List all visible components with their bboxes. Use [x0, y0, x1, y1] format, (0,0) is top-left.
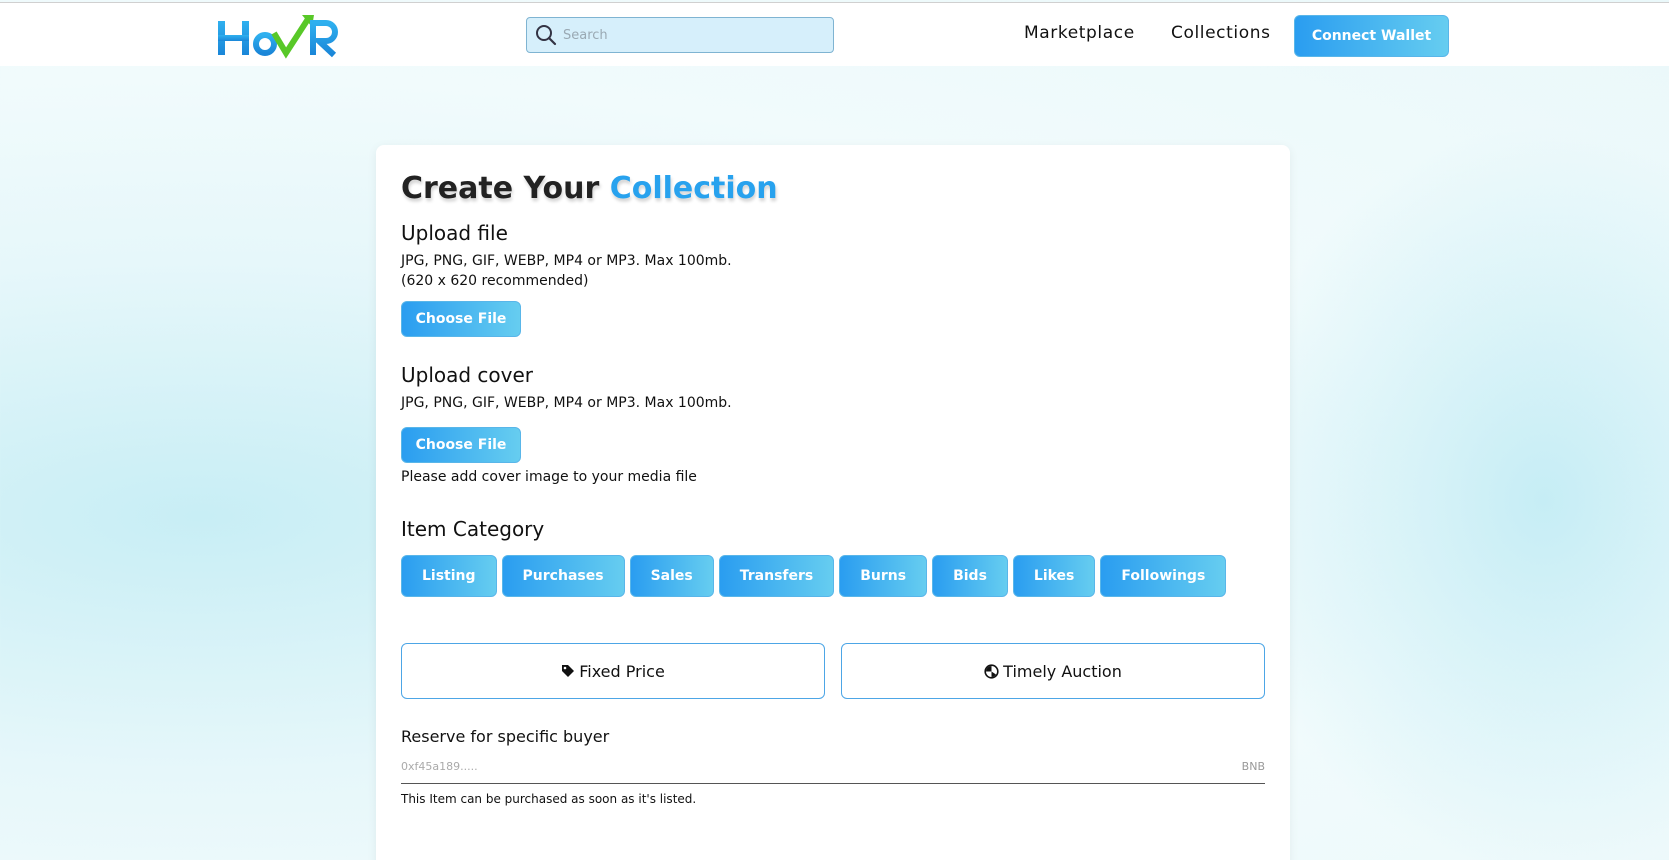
upload-file-heading: Upload file: [401, 221, 508, 245]
currency-unit: BNB: [1241, 760, 1265, 773]
pricing-options: Fixed Price Timely Auction: [401, 643, 1265, 699]
category-purchases-button[interactable]: Purchases: [501, 555, 625, 597]
create-collection-card: Create Your Collection Upload file JPG, …: [376, 145, 1290, 860]
category-bids-button[interactable]: Bids: [932, 555, 1008, 597]
item-category-section: Item Category Listing Purchases Sales Tr…: [401, 517, 1265, 597]
upload-cover-section: Upload cover JPG, PNG, GIF, WEBP, MP4 or…: [401, 363, 1265, 487]
page-title-accent: Collection: [609, 171, 778, 206]
category-sales-button[interactable]: Sales: [629, 555, 714, 597]
search-icon: [536, 25, 557, 46]
category-button-row: Listing Purchases Sales Transfers Burns …: [401, 555, 1265, 597]
hovr-logo[interactable]: [216, 11, 346, 61]
search-input[interactable]: [563, 27, 823, 43]
page-title: Create Your Collection: [401, 169, 1265, 209]
category-likes-button[interactable]: Likes: [1012, 555, 1096, 597]
fixed-price-label: Fixed Price: [579, 661, 665, 681]
upload-cover-note: Please add cover image to your media fil…: [401, 469, 697, 485]
nav-collections[interactable]: Collections: [1171, 23, 1271, 43]
search-box[interactable]: [526, 17, 834, 53]
upload-file-button[interactable]: Choose File: [401, 301, 521, 337]
reserve-address-input[interactable]: [401, 760, 1101, 773]
page-title-prefix: Create Your: [401, 171, 610, 206]
upload-cover-formats: JPG, PNG, GIF, WEBP, MP4 or MP3. Max 100…: [401, 395, 732, 411]
reserve-note: This Item can be purchased as soon as it…: [401, 792, 697, 806]
upload-file-section: Upload file JPG, PNG, GIF, WEBP, MP4 or …: [401, 221, 1265, 337]
fixed-price-button[interactable]: Fixed Price: [401, 643, 825, 699]
upload-cover-heading: Upload cover: [401, 363, 534, 387]
reserve-section: Reserve for specific buyer BNB This Item…: [401, 727, 1265, 806]
timely-auction-label: Timely Auction: [1003, 661, 1122, 681]
category-followings-button[interactable]: Followings: [1100, 555, 1227, 597]
reserve-address-field: BNB: [401, 750, 1265, 784]
tag-icon: [562, 665, 575, 677]
clock-icon: [984, 663, 999, 679]
category-transfers-button[interactable]: Transfers: [718, 555, 835, 597]
timely-auction-button[interactable]: Timely Auction: [841, 643, 1265, 699]
category-listing-button[interactable]: Listing: [401, 555, 497, 597]
top-navigation-bar: Marketplace Collections Connect Wallet: [0, 2, 1669, 66]
upload-cover-button[interactable]: Choose File: [401, 427, 521, 463]
reserve-label: Reserve for specific buyer: [401, 727, 610, 746]
nav-marketplace[interactable]: Marketplace: [1024, 23, 1135, 43]
category-burns-button[interactable]: Burns: [839, 555, 928, 597]
item-category-heading: Item Category: [401, 517, 545, 541]
upload-file-recommendation: (620 x 620 recommended): [401, 273, 589, 289]
connect-wallet-button[interactable]: Connect Wallet: [1294, 15, 1449, 57]
upload-file-formats: JPG, PNG, GIF, WEBP, MP4 or MP3. Max 100…: [401, 253, 732, 269]
